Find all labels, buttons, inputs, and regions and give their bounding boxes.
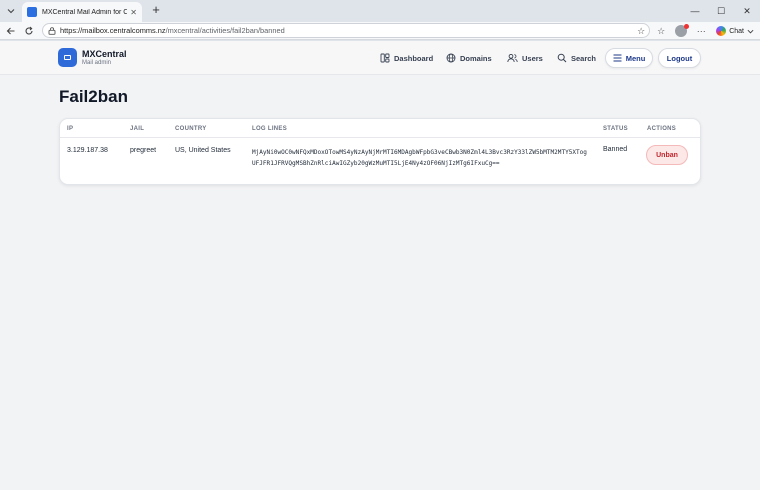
url-path: /mxcentral/activities/fail2ban/banned xyxy=(165,26,285,35)
close-tab-icon[interactable]: ✕ xyxy=(130,8,137,17)
maximize-icon[interactable]: ☐ xyxy=(708,0,734,22)
site-favicon-icon xyxy=(27,7,37,17)
url-text: https://mailbox.centralcomms.nz/mxcentra… xyxy=(60,26,285,35)
nav-search[interactable]: Search xyxy=(557,41,596,75)
url-bar[interactable]: https://mailbox.centralcomms.nz/mxcentra… xyxy=(42,23,650,38)
more-options-icon[interactable]: ··· xyxy=(694,24,708,38)
browser-toolbar: https://mailbox.centralcomms.nz/mxcentra… xyxy=(0,22,760,40)
app-header: MXCentral Mail admin Dashboard Domains U… xyxy=(0,41,760,75)
favorites-collection-icon[interactable]: ☆ xyxy=(654,24,668,38)
table-header: IP JAIL COUNTRY LOG LINES STATUS ACTIONS xyxy=(60,119,700,138)
chat-button[interactable]: Chat xyxy=(714,26,756,36)
nav-dashboard[interactable]: Dashboard xyxy=(380,41,433,75)
back-arrow-icon[interactable] xyxy=(4,24,18,38)
menu-button[interactable]: Menu xyxy=(605,48,653,68)
dashboard-icon xyxy=(380,53,390,63)
close-window-icon[interactable]: ✕ xyxy=(734,0,760,22)
column-header-country: COUNTRY xyxy=(175,126,207,132)
copilot-icon xyxy=(716,26,727,36)
column-header-log-lines: LOG LINES xyxy=(252,126,288,132)
hamburger-menu-icon xyxy=(613,54,622,62)
nav-dashboard-label: Dashboard xyxy=(394,53,434,63)
nav-domains[interactable]: Domains xyxy=(446,41,492,75)
browser-tab[interactable]: MXCentral Mail Admin for CCL ✕ xyxy=(22,2,142,22)
chat-label: Chat xyxy=(729,27,744,35)
nav-users[interactable]: Users xyxy=(507,41,543,75)
nav-domains-label: Domains xyxy=(460,53,492,63)
brand-logo-icon[interactable] xyxy=(58,48,77,67)
cell-country: US, United States xyxy=(175,147,231,154)
unban-button[interactable]: Unban xyxy=(646,145,688,165)
cell-ip: 3.129.187.38 xyxy=(67,147,108,154)
brand-name[interactable]: MXCentral xyxy=(82,49,127,59)
profile-icon[interactable] xyxy=(674,24,690,38)
nav-users-label: Users xyxy=(522,53,543,63)
window-controls: — ☐ ✕ xyxy=(682,0,760,22)
brand-subtitle: Mail admin xyxy=(82,60,112,66)
favorite-star-icon[interactable]: ☆ xyxy=(634,24,648,38)
fail2ban-table: IP JAIL COUNTRY LOG LINES STATUS ACTIONS… xyxy=(59,118,701,185)
toolbar-right-icons: ☆ ☆ ··· Chat xyxy=(634,24,756,38)
logout-button[interactable]: Logout xyxy=(658,48,701,68)
page-content: MXCentral Mail admin Dashboard Domains U… xyxy=(0,41,760,490)
reload-icon[interactable] xyxy=(22,24,36,38)
browser-tab-strip: MXCentral Mail Admin for CCL ✕ + — ☐ ✕ xyxy=(0,0,760,22)
site-info-icon[interactable] xyxy=(48,26,56,35)
tab-title: MXCentral Mail Admin for CCL xyxy=(42,8,128,16)
search-icon xyxy=(557,53,567,63)
new-tab-plus-icon[interactable]: + xyxy=(149,3,163,17)
column-header-ip: IP xyxy=(67,126,74,132)
logout-label: Logout xyxy=(666,53,693,63)
menu-label: Menu xyxy=(625,53,646,63)
minimize-icon[interactable]: — xyxy=(682,0,708,22)
column-header-actions: ACTIONS xyxy=(647,126,677,132)
cell-jail: pregreet xyxy=(130,147,157,154)
page-title: Fail2ban xyxy=(59,87,128,106)
column-header-status: STATUS xyxy=(603,126,628,132)
users-icon xyxy=(507,53,518,63)
column-header-jail: JAIL xyxy=(130,126,145,132)
url-host: https://mailbox.centralcomms.nz xyxy=(60,26,166,35)
globe-icon xyxy=(446,53,456,63)
cell-log-lines: MjAyNi0wOC0wNFQxMDoxOTowMS4yNzAyNjMrMTI6… xyxy=(252,149,587,167)
cell-status: Banned xyxy=(603,146,628,153)
chevron-down-icon xyxy=(747,29,754,33)
tab-list-chevron-icon[interactable] xyxy=(4,4,18,18)
nav-search-label: Search xyxy=(571,53,597,63)
